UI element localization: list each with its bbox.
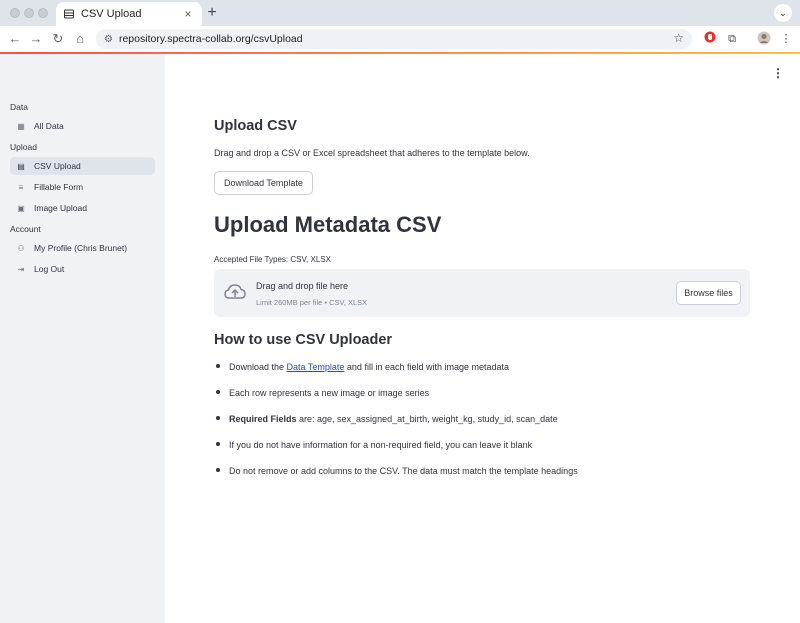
sidebar: Data ▦ All Data Upload ▤ CSV Upload ≡ Fi… bbox=[0, 54, 165, 623]
window-zoom-dot[interactable] bbox=[38, 8, 48, 18]
upload-csv-heading: Upload CSV bbox=[214, 118, 297, 134]
puzzle-icon[interactable]: ⧉ bbox=[724, 31, 740, 47]
upload-description: Drag and drop a CSV or Excel spreadsheet… bbox=[214, 148, 530, 158]
sidebar-item-my-profile[interactable]: ⚇ My Profile (Chris Brunet) bbox=[10, 239, 155, 257]
sidebar-item-fillable-form[interactable]: ≡ Fillable Form bbox=[10, 178, 155, 196]
tab-favicon-icon bbox=[64, 9, 74, 19]
sidebar-item-label: Fillable Form bbox=[34, 182, 84, 192]
list-item: Download the Data Template and fill in e… bbox=[216, 362, 509, 372]
tab-strip: CSV Upload × + ⌄ bbox=[0, 0, 800, 26]
upload-cloud-icon bbox=[224, 284, 246, 299]
bullet-dot bbox=[216, 390, 220, 394]
csv-icon: ▤ bbox=[17, 161, 25, 171]
profile-icon[interactable] bbox=[756, 31, 772, 47]
star-icon[interactable]: ☆ bbox=[673, 31, 684, 45]
sidebar-item-csv-upload[interactable]: ▤ CSV Upload bbox=[10, 157, 155, 175]
new-tab-button[interactable]: + bbox=[204, 4, 220, 22]
sidebar-section-upload: Upload bbox=[10, 142, 37, 152]
table-icon: ▦ bbox=[17, 121, 25, 131]
browser-menu-icon[interactable]: ⋮ bbox=[778, 31, 794, 47]
logout-icon: ⇥ bbox=[17, 264, 25, 274]
browser-toolbar: ← → ↻ ⌂ ⚙ repository.spectra-collab.org/… bbox=[0, 26, 800, 52]
tab-close-icon[interactable]: × bbox=[180, 7, 196, 21]
file-dropzone[interactable]: Drag and drop file here Limit 260MB per … bbox=[214, 269, 750, 317]
howto-heading: How to use CSV Uploader bbox=[214, 332, 393, 348]
bullet-text: and fill in each field with image metada… bbox=[344, 362, 510, 372]
image-icon: ▣ bbox=[17, 203, 25, 213]
bullet-text: Each row represents a new image or image… bbox=[229, 388, 430, 398]
bullet-dot bbox=[216, 416, 220, 420]
back-icon[interactable]: ← bbox=[6, 30, 24, 48]
sidebar-section-account: Account bbox=[10, 224, 41, 234]
dropzone-title: Drag and drop file here bbox=[256, 281, 349, 291]
address-bar[interactable]: ⚙ repository.spectra-collab.org/csvUploa… bbox=[96, 29, 692, 49]
data-template-link[interactable]: Data Template bbox=[287, 362, 345, 372]
sidebar-item-label: CSV Upload bbox=[34, 161, 81, 171]
url-text: repository.spectra-collab.org/csvUpload bbox=[118, 33, 303, 45]
sidebar-item-label: Log Out bbox=[34, 264, 65, 274]
sidebar-item-label: Image Upload bbox=[34, 203, 87, 213]
window-close-dot[interactable] bbox=[10, 8, 20, 18]
site-info-icon[interactable]: ⚙ bbox=[104, 34, 113, 45]
tab-title: CSV Upload bbox=[81, 8, 142, 20]
person-icon: ⚇ bbox=[17, 243, 25, 253]
sidebar-item-all-data[interactable]: ▦ All Data bbox=[10, 117, 155, 135]
app: Data ▦ All Data Upload ▤ CSV Upload ≡ Fi… bbox=[0, 54, 800, 623]
bullet-text: If you do not have information for a non… bbox=[229, 440, 533, 450]
tab-search-icon[interactable]: ⌄ bbox=[774, 4, 792, 22]
download-template-button[interactable]: Download Template bbox=[214, 171, 313, 195]
browse-files-button[interactable]: Browse files bbox=[676, 281, 741, 305]
extension-icon[interactable] bbox=[702, 31, 718, 47]
sidebar-item-label: All Data bbox=[34, 121, 64, 131]
accepted-file-types: Accepted File Types: CSV, XLSX bbox=[214, 255, 331, 264]
sidebar-item-label: My Profile (Chris Brunet) bbox=[34, 243, 128, 253]
home-icon[interactable]: ⌂ bbox=[71, 30, 89, 48]
bullet-text: are: age, sex_assigned_at_birth, weight_… bbox=[296, 414, 558, 424]
reload-icon[interactable]: ↻ bbox=[49, 30, 67, 48]
sidebar-item-image-upload[interactable]: ▣ Image Upload bbox=[10, 199, 155, 217]
list-item: Do not remove or add columns to the CSV.… bbox=[216, 466, 578, 476]
bullet-dot bbox=[216, 442, 220, 446]
bullet-text: Do not remove or add columns to the CSV.… bbox=[229, 466, 578, 476]
bullet-text: Download the bbox=[229, 362, 287, 372]
list-item: Required Fields are: age, sex_assigned_a… bbox=[216, 414, 558, 424]
list-item: If you do not have information for a non… bbox=[216, 440, 532, 450]
list-item: Each row represents a new image or image… bbox=[216, 388, 429, 398]
bullet-dot bbox=[216, 364, 220, 368]
main-menu-icon[interactable]: ⋮ bbox=[772, 66, 784, 80]
upload-metadata-heading: Upload Metadata CSV bbox=[214, 212, 442, 237]
browser-tab[interactable]: CSV Upload × bbox=[56, 2, 202, 26]
forward-icon[interactable]: → bbox=[27, 30, 45, 48]
sidebar-section-data: Data bbox=[10, 102, 28, 112]
dropzone-limit: Limit 260MB per file • CSV, XLSX bbox=[256, 298, 368, 307]
bullet-dot bbox=[216, 468, 220, 472]
sidebar-item-log-out[interactable]: ⇥ Log Out bbox=[10, 260, 155, 278]
window-minimize-dot[interactable] bbox=[24, 8, 34, 18]
required-fields-label: Required Fields bbox=[229, 414, 297, 424]
form-icon: ≡ bbox=[18, 182, 24, 192]
